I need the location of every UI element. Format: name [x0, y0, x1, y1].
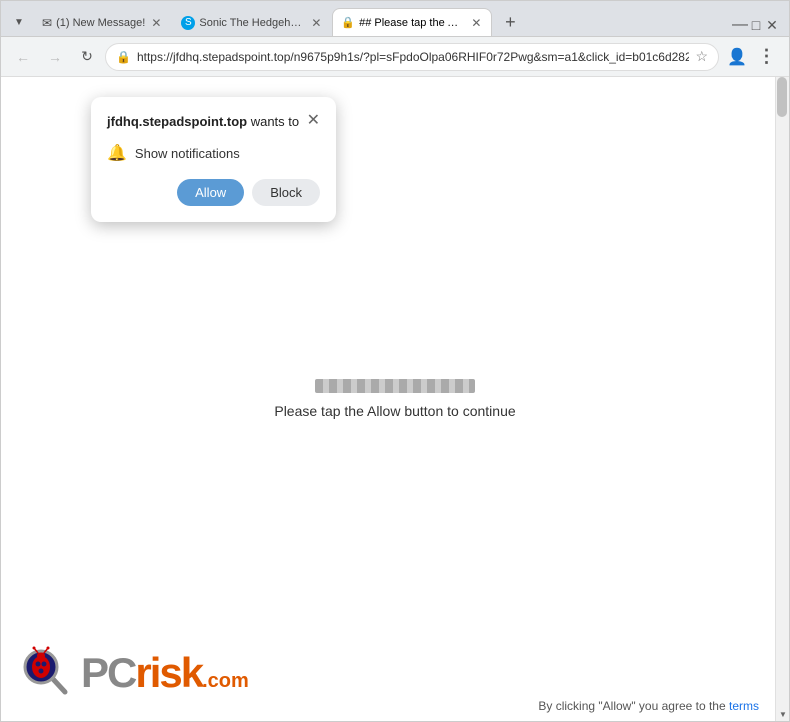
- tab-3-title: ## Please tap the Allow button...: [359, 17, 465, 29]
- terms-link[interactable]: terms: [729, 699, 759, 713]
- popup-notification-row: 🔔 Show notifications: [107, 143, 320, 163]
- popup-permission-text: Show notifications: [135, 146, 240, 161]
- ssl-lock-icon: 🔒: [116, 50, 131, 64]
- popup-title: jfdhq.stepadspoint.top wants to: [107, 113, 299, 131]
- notification-popup: jfdhq.stepadspoint.top wants to ✕ 🔔 Show…: [91, 97, 336, 222]
- progress-bar: [315, 379, 475, 393]
- scrollbar[interactable]: ▲ ▼: [775, 77, 789, 721]
- tab-1-close[interactable]: ✕: [149, 14, 163, 32]
- page-instruction-text: Please tap the Allow button to continue: [274, 403, 515, 419]
- window-controls: — □ ✕: [733, 18, 785, 36]
- address-input[interactable]: [137, 50, 689, 64]
- popup-close-button[interactable]: ✕: [307, 113, 320, 129]
- toolbar: ← → ↻ 🔒 ☆ 👤 ⋮: [1, 37, 789, 77]
- popup-wants-to: wants to: [247, 114, 299, 129]
- tab-3-favicon: 🔒: [341, 16, 355, 29]
- progress-bar-container: [315, 379, 475, 393]
- minimize-button[interactable]: —: [733, 18, 747, 32]
- popup-header: jfdhq.stepadspoint.top wants to ✕: [107, 113, 320, 131]
- tab-dropdown-btn[interactable]: ▼: [5, 8, 33, 36]
- tab-2-title: Sonic The Hedgehog 3 (2024)...: [199, 17, 305, 29]
- scrollbar-thumb[interactable]: [777, 77, 787, 117]
- tab-3[interactable]: 🔒 ## Please tap the Allow button... ✕: [332, 8, 492, 36]
- tab-3-close[interactable]: ✕: [469, 14, 483, 32]
- risk-text: risk: [135, 652, 202, 694]
- address-bar-container: 🔒 ☆: [105, 43, 719, 71]
- bookmark-star-icon[interactable]: ☆: [695, 48, 708, 65]
- back-button[interactable]: ←: [9, 43, 37, 71]
- account-button[interactable]: 👤: [723, 43, 751, 71]
- pc-text: PC: [81, 652, 135, 694]
- close-button[interactable]: ✕: [765, 18, 779, 32]
- toolbar-right: 👤 ⋮: [723, 43, 781, 71]
- new-tab-button[interactable]: +: [496, 8, 524, 36]
- tab-1-title: (1) New Message!: [56, 17, 145, 29]
- page-content: jfdhq.stepadspoint.top wants to ✕ 🔔 Show…: [1, 77, 789, 721]
- bottom-right-text: By clicking "Allow" you agree to the ter…: [538, 699, 759, 713]
- tab-2-favicon: S: [181, 16, 195, 30]
- tab-1-favicon: ✉: [42, 16, 52, 30]
- pcrisk-text-logo: PC risk .com: [81, 652, 249, 694]
- tab-2[interactable]: S Sonic The Hedgehog 3 (2024)... ✕: [172, 8, 332, 36]
- bell-icon: 🔔: [107, 143, 127, 163]
- bottom-disclaimer-text: By clicking "Allow" you agree to the: [538, 699, 725, 713]
- allow-button[interactable]: Allow: [177, 179, 244, 206]
- pcrisk-logo-icon: [17, 645, 73, 701]
- reload-button[interactable]: ↻: [73, 43, 101, 71]
- forward-button[interactable]: →: [41, 43, 69, 71]
- tab-2-close[interactable]: ✕: [309, 14, 323, 32]
- dotcom-text: .com: [202, 671, 249, 691]
- maximize-button[interactable]: □: [749, 18, 763, 32]
- popup-buttons: Allow Block: [107, 179, 320, 206]
- tab-bar: ▼ ✉ (1) New Message! ✕ S Sonic The Hedge…: [1, 1, 789, 37]
- tab-1[interactable]: ✉ (1) New Message! ✕: [33, 8, 172, 36]
- popup-domain: jfdhq.stepadspoint.top: [107, 114, 247, 129]
- block-button[interactable]: Block: [252, 179, 320, 206]
- bottom-logo-area: PC risk .com: [17, 645, 249, 701]
- scrollbar-down[interactable]: ▼: [776, 707, 789, 721]
- browser-window: ▼ ✉ (1) New Message! ✕ S Sonic The Hedge…: [0, 0, 790, 722]
- menu-button[interactable]: ⋮: [753, 43, 781, 71]
